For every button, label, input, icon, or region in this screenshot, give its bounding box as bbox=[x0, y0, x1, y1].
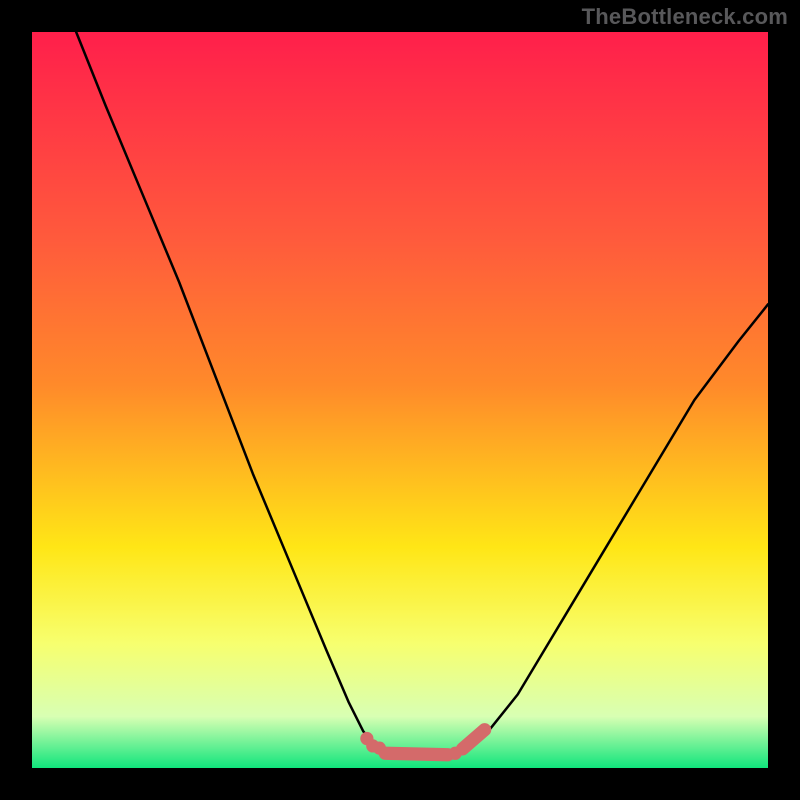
bottleneck-chart bbox=[0, 0, 800, 800]
chart-stage: TheBottleneck.com bbox=[0, 0, 800, 800]
chart-gradient-area bbox=[32, 32, 768, 768]
curve-marker-capsule bbox=[385, 753, 448, 754]
watermark-text: TheBottleneck.com bbox=[582, 4, 788, 30]
